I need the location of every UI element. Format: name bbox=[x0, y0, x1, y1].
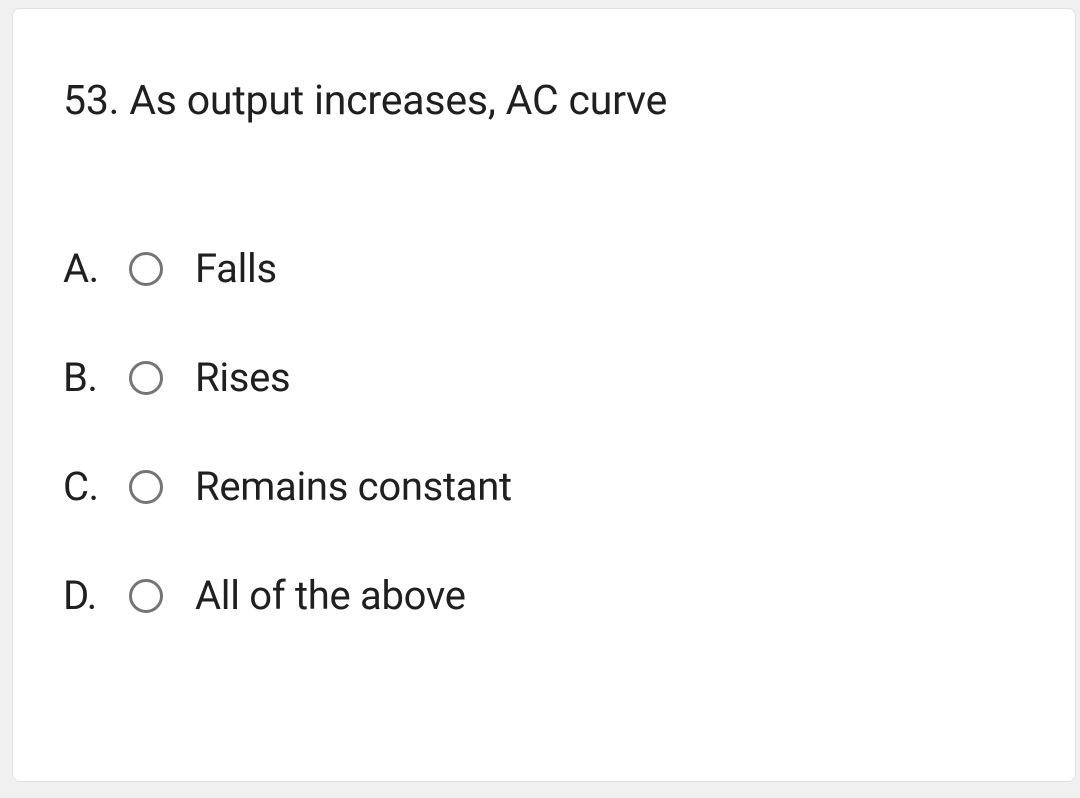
options-list: A. Falls B. Rises C. Remains constant D.… bbox=[63, 245, 1025, 619]
option-letter: D. bbox=[63, 572, 111, 619]
option-letter: A. bbox=[63, 245, 111, 292]
option-label: Rises bbox=[195, 354, 290, 401]
option-a[interactable]: A. Falls bbox=[63, 245, 1025, 292]
option-c[interactable]: C. Remains constant bbox=[63, 463, 1025, 510]
radio-icon[interactable] bbox=[129, 361, 163, 395]
option-letter: C. bbox=[63, 463, 111, 510]
option-label: All of the above bbox=[195, 572, 466, 619]
option-d[interactable]: D. All of the above bbox=[63, 572, 1025, 619]
question-text: 53. As output increases, AC curve bbox=[63, 77, 1025, 125]
option-label: Remains constant bbox=[195, 463, 512, 510]
option-b[interactable]: B. Rises bbox=[63, 354, 1025, 401]
radio-icon[interactable] bbox=[129, 579, 163, 613]
radio-icon[interactable] bbox=[129, 470, 163, 504]
option-letter: B. bbox=[63, 354, 111, 401]
option-label: Falls bbox=[195, 245, 277, 292]
radio-icon[interactable] bbox=[129, 252, 163, 286]
question-card: 53. As output increases, AC curve A. Fal… bbox=[12, 8, 1076, 782]
